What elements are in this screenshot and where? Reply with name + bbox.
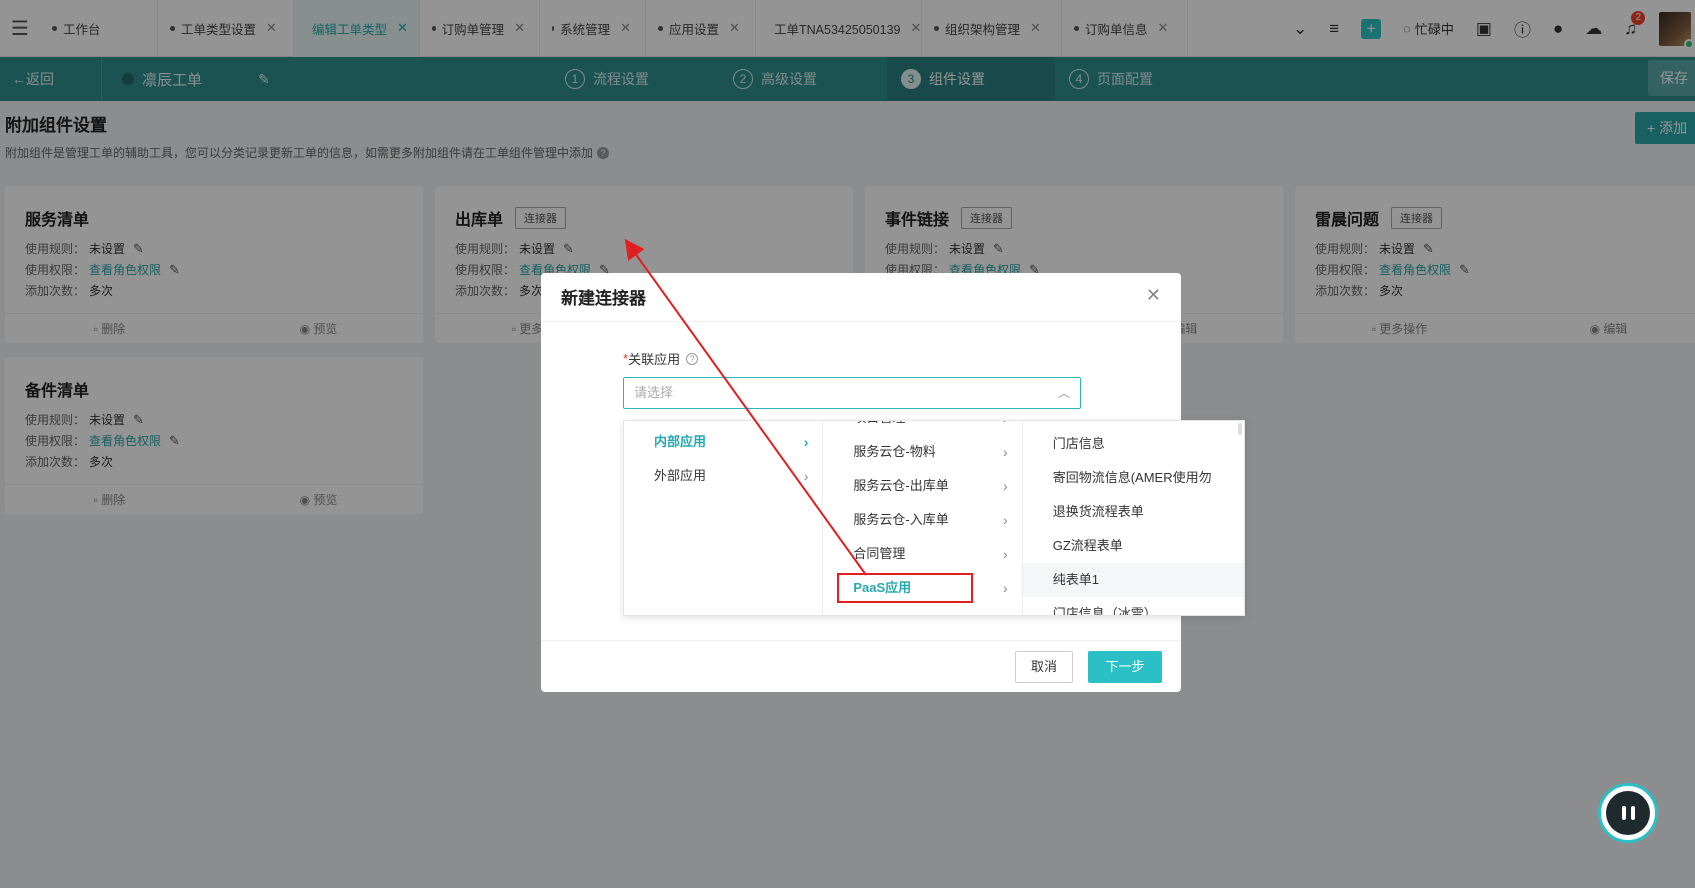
cascader-option[interactable]: 服务云仓-出库单 ›	[823, 469, 1021, 503]
related-app-select[interactable]: 请选择 ︿	[623, 377, 1081, 409]
cascader-option[interactable]: 门店信息（冰雪）	[1023, 597, 1244, 615]
cascader-option[interactable]: 服务云仓-入库单 ›	[823, 503, 1021, 537]
cascader-option[interactable]: 外部应用 ›	[624, 459, 822, 493]
pause-icon	[1606, 791, 1650, 835]
cascader-column-app-form: 门店信息 寄回物流信息(AMER使用勿 退换货流程表单 GZ流程表单 纯表单1 门店信息（…	[1022, 421, 1244, 615]
cascader-option[interactable]: 退换货流程表单	[1023, 495, 1244, 529]
cascader-option[interactable]: 合同管理 ›	[823, 537, 1021, 571]
related-app-label: * 关联应用 ?	[623, 349, 699, 368]
chevron-right-icon: ›	[1003, 546, 1008, 562]
chevron-right-icon: ›	[1003, 512, 1008, 528]
dialog-title: 新建连接器	[561, 289, 646, 308]
chevron-right-icon: ›	[803, 468, 809, 484]
cancel-button[interactable]: 取消	[1015, 651, 1073, 683]
cascader-column-app-type: 内部应用 › 外部应用 ›	[624, 421, 824, 615]
annotation-highlight-box	[837, 573, 974, 603]
chevron-up-icon: ︿	[1057, 386, 1070, 400]
chevron-right-icon: ›	[1003, 444, 1008, 460]
close-icon[interactable]: ✕	[1146, 285, 1161, 306]
cascader-option[interactable]: 服务云仓-物料 ›	[823, 435, 1021, 469]
cascader-option[interactable]: 纯表单1	[1022, 563, 1244, 597]
chevron-right-icon: ›	[1003, 580, 1008, 596]
chevron-right-icon: ›	[1003, 478, 1008, 494]
floating-pause-button[interactable]	[1598, 783, 1658, 843]
chevron-right-icon: ›	[803, 434, 809, 450]
divider	[541, 640, 1181, 641]
divider	[541, 321, 1181, 322]
next-step-button[interactable]: 下一步	[1088, 651, 1162, 683]
cascader-option[interactable]: GZ流程表单	[1023, 529, 1244, 563]
cascader-column-app-group: 项目管理›服务云仓-物料›服务云仓-出库单›服务云仓-入库单›合同管理›PaaS…	[823, 421, 1023, 615]
help-icon[interactable]: ?	[686, 352, 699, 365]
cascader-option[interactable]: 门店信息	[1023, 427, 1244, 461]
cascader-option[interactable]: 内部应用 ›	[624, 425, 822, 459]
chevron-right-icon: ›	[1003, 421, 1008, 435]
cascader-option[interactable]: 寄回物流信息(AMER使用勿	[1023, 461, 1244, 495]
cascader-option[interactable]: PaaS应用 ›	[823, 571, 1021, 605]
cascader-dropdown: 内部应用›外部应用› 项目管理›服务云仓-物料›服务云仓-出库单›服务云仓-入库…	[623, 420, 1245, 616]
cascader-option[interactable]: 项目管理›	[823, 421, 1021, 435]
